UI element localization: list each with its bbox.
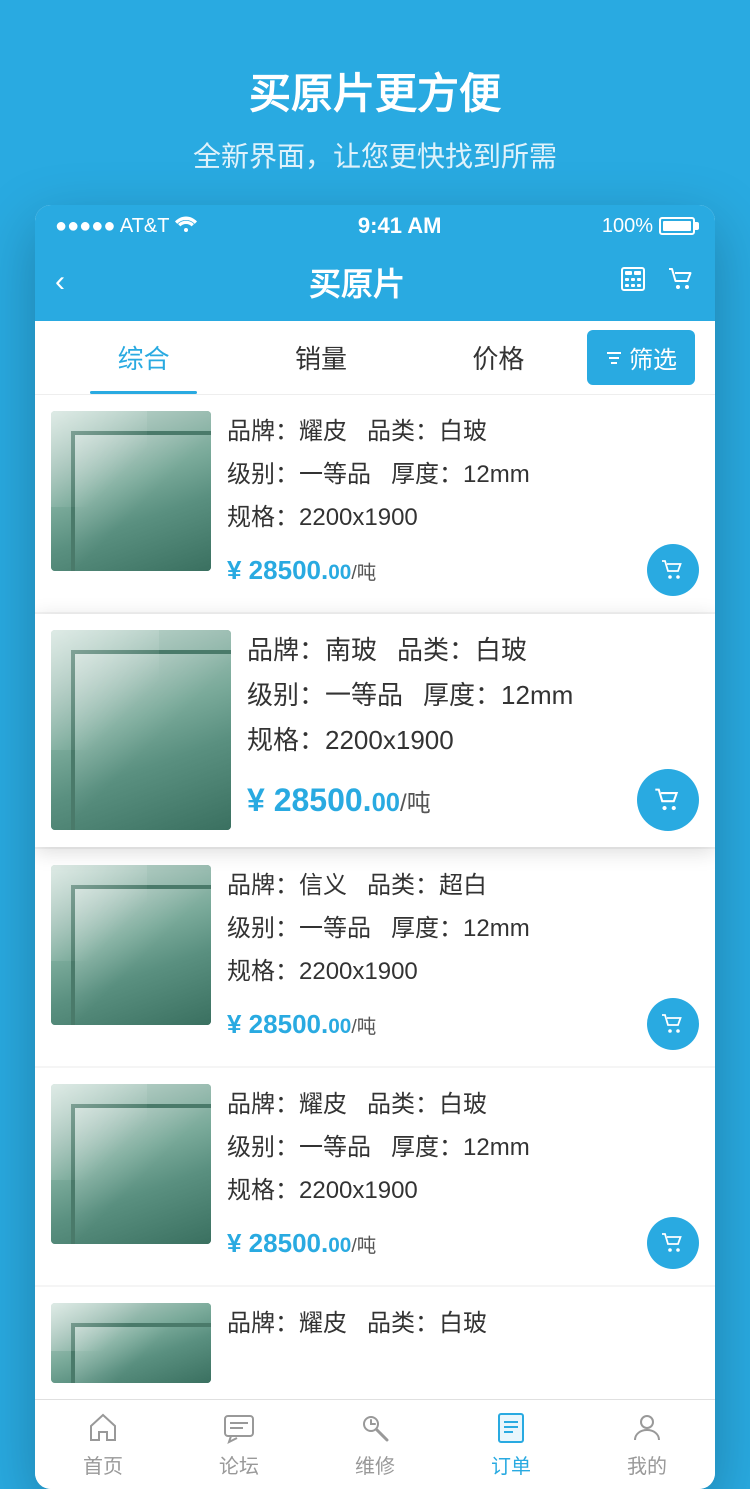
tab-bar: 首页 论坛 维修 订单 (35, 1399, 715, 1489)
phone-frame: ●●●●● AT&T 9:41 AM 100% ‹ 买原片 (35, 205, 715, 1489)
product-info-1: 品牌：耀皮 品类：白玻 级别：一等品 厚度：12mm 规格：2200x1900 … (227, 411, 699, 596)
promo-title: 买原片更方便 (40, 60, 710, 121)
product-image-1 (51, 411, 211, 571)
product-card-5-partial: 品牌：耀皮 品类：白玻 (35, 1287, 715, 1399)
nav-icons (619, 265, 695, 300)
filter-bar: 综合 销量 价格 筛选 (35, 321, 715, 395)
add-to-cart-button-4[interactable] (647, 1217, 699, 1269)
tab-mine[interactable]: 我的 (579, 1400, 715, 1489)
info-row-level-2: 级别：一等品 厚度：12mm (247, 675, 699, 712)
info-row-level-4: 级别：一等品 厚度：12mm (227, 1127, 699, 1162)
product-card-1: 品牌：耀皮 品类：白玻 级别：一等品 厚度：12mm 规格：2200x1900 … (35, 395, 715, 612)
price-row-3: ¥ 28500.00/吨 (227, 998, 699, 1050)
price-row-4: ¥ 28500.00/吨 (227, 1217, 699, 1269)
product-info-2: 品牌：南玻 品类：白玻 级别：一等品 厚度：12mm 规格：2200x1900 … (247, 630, 699, 831)
product-list: 品牌：耀皮 品类：白玻 级别：一等品 厚度：12mm 规格：2200x1900 … (35, 395, 715, 1399)
tab-order-label: 订单 (491, 1450, 531, 1479)
product-image-5 (51, 1303, 211, 1383)
wifi-icon (175, 215, 197, 238)
tab-repair-label: 维修 (355, 1450, 395, 1479)
tab-mine-label: 我的 (627, 1450, 667, 1479)
price-row-2: ¥ 28500.00/吨 (247, 769, 699, 831)
product-card-2: 品牌：南玻 品类：白玻 级别：一等品 厚度：12mm 规格：2200x1900 … (35, 614, 715, 847)
tab-repair[interactable]: 维修 (307, 1400, 443, 1489)
promo-subtitle: 全新界面，让您更快找到所需 (40, 135, 710, 175)
product-image-4 (51, 1084, 211, 1244)
carrier-text: ●●●●● AT&T (55, 215, 169, 238)
price-1: ¥ 28500.00/吨 (227, 555, 376, 586)
status-time: 9:41 AM (358, 213, 442, 239)
price-2: ¥ 28500.00/吨 (247, 782, 431, 819)
tab-forum[interactable]: 论坛 (171, 1400, 307, 1489)
spec-row-4: 规格：2200x1900 (227, 1170, 699, 1205)
tab-price[interactable]: 价格 (410, 321, 587, 394)
info-row-brand-2: 品牌：南玻 品类：白玻 (247, 630, 699, 667)
product-info-4: 品牌：耀皮 品类：白玻 级别：一等品 厚度：12mm 规格：2200x1900 … (227, 1084, 699, 1269)
product-info-5-partial: 品牌：耀皮 品类：白玻 (227, 1303, 699, 1338)
price-3: ¥ 28500.00/吨 (227, 1009, 376, 1040)
battery-fill (663, 221, 691, 231)
status-right: 100% (602, 215, 695, 238)
back-button[interactable]: ‹ (55, 265, 95, 299)
status-left: ●●●●● AT&T (55, 215, 197, 238)
battery-icon (659, 217, 695, 235)
cart-nav-icon[interactable] (667, 265, 695, 300)
info-row-brand-4: 品牌：耀皮 品类：白玻 (227, 1084, 699, 1119)
promo-area: 买原片更方便 全新界面，让您更快找到所需 (0, 0, 750, 205)
calculator-icon[interactable] (619, 265, 647, 300)
status-bar: ●●●●● AT&T 9:41 AM 100% (35, 205, 715, 247)
tab-home-label: 首页 (83, 1450, 123, 1479)
spec-row-1: 规格：2200x1900 (227, 497, 699, 532)
add-to-cart-button-3[interactable] (647, 998, 699, 1050)
price-row-1: ¥ 28500.00/吨 (227, 544, 699, 596)
tab-comprehensive[interactable]: 综合 (55, 321, 232, 394)
price-4: ¥ 28500.00/吨 (227, 1228, 376, 1259)
product-card-4: 品牌：耀皮 品类：白玻 级别：一等品 厚度：12mm 规格：2200x1900 … (35, 1068, 715, 1285)
spec-row-3: 规格：2200x1900 (227, 951, 699, 986)
product-image-3 (51, 865, 211, 1025)
product-info-3: 品牌：信义 品类：超白 级别：一等品 厚度：12mm 规格：2200x1900 … (227, 865, 699, 1050)
product-card-3: 品牌：信义 品类：超白 级别：一等品 厚度：12mm 规格：2200x1900 … (35, 849, 715, 1066)
add-to-cart-button-1[interactable] (647, 544, 699, 596)
info-row-brand-3: 品牌：信义 品类：超白 (227, 865, 699, 900)
info-row-level-3: 级别：一等品 厚度：12mm (227, 908, 699, 943)
tab-order[interactable]: 订单 (443, 1400, 579, 1489)
info-row-level-1: 级别：一等品 厚度：12mm (227, 454, 699, 489)
nav-bar: ‹ 买原片 (35, 247, 715, 321)
info-row-brand-1: 品牌：耀皮 品类：白玻 (227, 411, 699, 446)
spec-row-2: 规格：2200x1900 (247, 720, 699, 757)
filter-button[interactable]: 筛选 (587, 330, 695, 385)
product-image-2 (51, 630, 231, 830)
battery-percent: 100% (602, 215, 653, 238)
nav-title: 买原片 (309, 259, 405, 305)
tab-sales[interactable]: 销量 (232, 321, 409, 394)
tab-home[interactable]: 首页 (35, 1400, 171, 1489)
tab-forum-label: 论坛 (219, 1450, 259, 1479)
add-to-cart-button-2[interactable] (637, 769, 699, 831)
